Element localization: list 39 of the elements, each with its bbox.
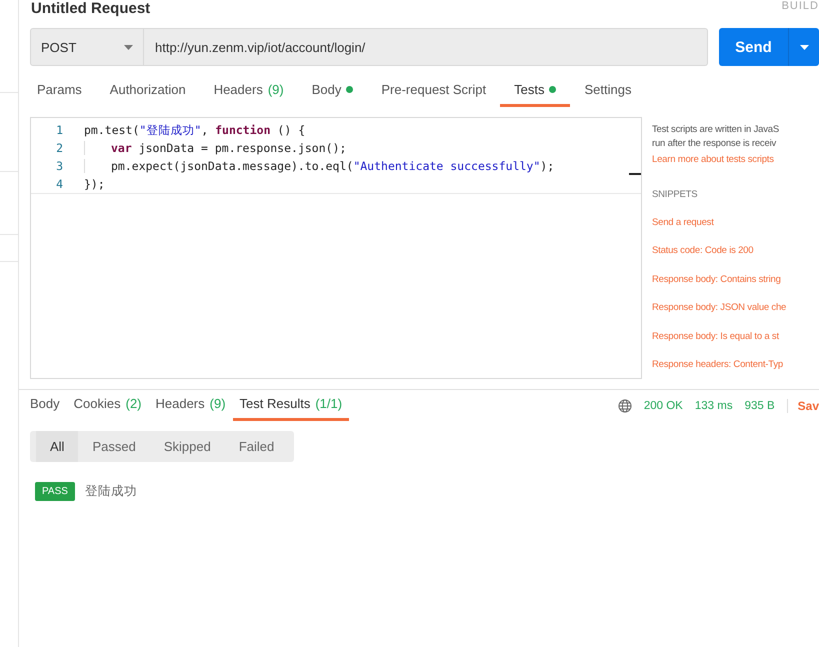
- time-text: 133 ms: [694, 400, 733, 412]
- code-line: });: [84, 177, 105, 191]
- filter-tab[interactable]: Passed: [78, 431, 150, 462]
- snippets-heading: SNIPPETS: [652, 189, 698, 200]
- request-tab[interactable]: Settings: [570, 76, 646, 107]
- test-name: 登陆成功: [84, 483, 137, 500]
- code-editor[interactable]: 1 pm.test("登陆成功", function () { 2 var jsonData = pm.response.json(); 3 pm.expect(jsonData.message).to.eql("Authenticate successfully"); 4 });: [30, 117, 642, 379]
- build-label: BUILD: [782, 0, 819, 12]
- response-tab[interactable]: Test Results (1/1): [232, 390, 350, 421]
- line-number: 4: [55, 177, 63, 191]
- response-tab[interactable]: Body: [23, 390, 67, 421]
- help-text: run after the response is receiv: [652, 137, 778, 151]
- code-line: var jsonData = pm.response.json();: [84, 141, 346, 155]
- request-tab[interactable]: Params: [23, 76, 96, 107]
- globe-icon[interactable]: [618, 398, 632, 412]
- request-title: Untitled Request: [31, 0, 150, 17]
- response-tab[interactable]: Headers (9): [148, 390, 233, 421]
- method-dropdown[interactable]: POST: [30, 28, 144, 66]
- status-text: 200 OK: [644, 400, 683, 412]
- line-number: 3: [55, 159, 63, 173]
- response-tab[interactable]: Cookies (2): [66, 390, 148, 421]
- filter-tab[interactable]: All: [36, 431, 78, 462]
- line-number: 1: [55, 123, 63, 137]
- code-line: pm.expect(jsonData.message).to.eql("Authenticate successfully");: [84, 159, 554, 173]
- filter-tab[interactable]: Failed: [224, 431, 288, 462]
- status-badge: PASS: [35, 482, 75, 501]
- size-text: 935 B: [744, 400, 775, 412]
- code-line: pm.test("登陆成功", function () {: [84, 122, 306, 138]
- caret-icon: [800, 44, 808, 50]
- request-tab[interactable]: Pre-request Script: [367, 76, 500, 107]
- request-tab[interactable]: Headers (9): [200, 76, 298, 107]
- line-number: 2: [55, 141, 63, 155]
- help-text: Test scripts are written in JavaS: [652, 123, 780, 137]
- filter-tab[interactable]: Skipped: [150, 431, 225, 462]
- request-tab[interactable]: Body: [298, 76, 368, 107]
- caret-icon: [124, 44, 133, 50]
- request-tab[interactable]: Tests: [500, 76, 570, 107]
- url-field[interactable]: http://yun.zenm.vip/iot/account/login/: [144, 28, 708, 66]
- request-tab[interactable]: Authorization: [96, 76, 200, 107]
